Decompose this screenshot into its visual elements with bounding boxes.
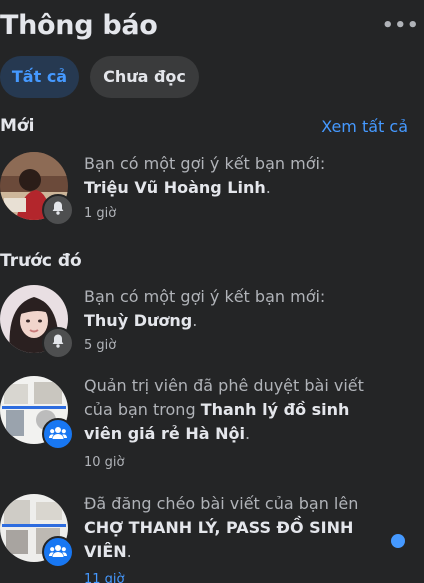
notification-message: Bạn có một gợi ý kết bạn mới: bbox=[84, 287, 326, 306]
notification-message: Bạn có một gợi ý kết bạn mới: bbox=[84, 154, 326, 173]
header: Thông báo ••• bbox=[0, 10, 424, 46]
notification-suffix: . bbox=[126, 542, 132, 561]
notification-text: Quản trị viên đã phê duyệt bài viết của … bbox=[84, 374, 384, 446]
notification-time: 10 giờ bbox=[84, 455, 125, 470]
unread-indicator bbox=[391, 534, 405, 548]
see-all-link[interactable]: Xem tất cả bbox=[321, 117, 408, 136]
notification-type-badge bbox=[42, 194, 74, 226]
notification-highlight: CHỢ THANH LÝ, PASS ĐỒ SINH VIÊN bbox=[84, 518, 354, 561]
notification-type-badge bbox=[42, 418, 74, 450]
notification-suffix: . bbox=[244, 424, 251, 443]
bell-icon bbox=[50, 200, 66, 220]
tab-unread[interactable]: Chưa đọc bbox=[90, 56, 199, 98]
notifications-panel: Thông báo ••• Tất cả Chưa đọc Mới Xem tấ… bbox=[0, 0, 424, 583]
notification-message: Đã đăng chéo bài viết của bạn lên bbox=[84, 494, 359, 513]
notification-suffix: . bbox=[265, 178, 271, 197]
more-options-button[interactable]: ••• bbox=[382, 14, 419, 42]
bell-icon bbox=[50, 333, 66, 353]
section-title-new: Mới bbox=[0, 116, 35, 136]
notification-time: 11 giờ bbox=[84, 572, 125, 583]
page-title: Thông báo bbox=[0, 10, 158, 41]
group-icon bbox=[49, 425, 67, 444]
notification-type-badge bbox=[42, 327, 74, 359]
notification-time: 1 giờ bbox=[84, 206, 117, 221]
notification-suffix: . bbox=[192, 311, 198, 330]
notification-highlight: Triệu Vũ Hoàng Linh bbox=[84, 178, 266, 197]
notification-text: Đã đăng chéo bài viết của bạn lên CHỢ TH… bbox=[84, 492, 384, 564]
notification-text: Bạn có một gợi ý kết bạn mới: Thuỳ Dương… bbox=[84, 285, 384, 333]
notification-time: 5 giờ bbox=[84, 338, 117, 353]
section-title-earlier: Trước đó bbox=[0, 251, 82, 271]
group-icon bbox=[49, 543, 67, 562]
notification-type-badge bbox=[42, 536, 74, 568]
notification-highlight: Thuỳ Dương bbox=[84, 311, 193, 330]
notification-text: Bạn có một gợi ý kết bạn mới: Triệu Vũ H… bbox=[84, 152, 384, 200]
tab-all[interactable]: Tất cả bbox=[0, 56, 79, 98]
